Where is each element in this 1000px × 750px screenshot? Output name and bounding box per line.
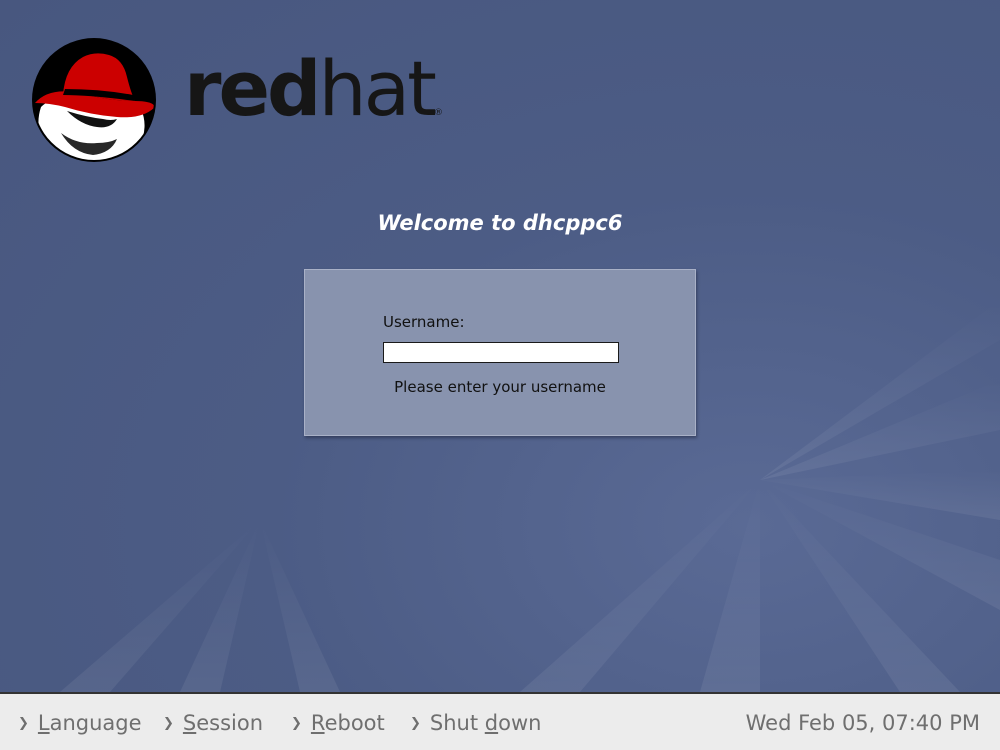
welcome-hostname: dhcppc6 <box>522 211 623 235</box>
shutdown-label-rest: own <box>498 711 542 735</box>
language-menu[interactable]: ❯ Language <box>18 711 142 735</box>
reboot-accel: R <box>310 711 325 735</box>
registered-mark: ® <box>433 108 443 118</box>
chevron-right-icon: ❯ <box>163 716 174 731</box>
chevron-right-icon: ❯ <box>291 716 302 731</box>
chevron-right-icon: ❯ <box>410 716 421 731</box>
redhat-logo: redhat® <box>31 37 443 167</box>
welcome-prefix: Welcome to <box>377 211 523 235</box>
brand-name-bold: red <box>184 44 321 133</box>
shutdown-label-before: Shut <box>429 711 485 735</box>
reboot-button[interactable]: ❯ Reboot <box>291 711 385 735</box>
chevron-right-icon: ❯ <box>18 716 29 731</box>
username-label: Username: <box>383 313 465 331</box>
clock: Wed Feb 05, 07:40 PM <box>745 711 980 735</box>
bottom-bar: ❯ Language ❯ Session ❯ Reboot ❯ Shut down We… <box>0 692 1000 750</box>
welcome-message: Welcome to dhcppc6 <box>0 211 1000 235</box>
language-label-rest: anguage <box>49 711 142 735</box>
language-accel: L <box>37 711 50 735</box>
username-hint: Please enter your username <box>394 378 606 396</box>
session-label-rest: ession <box>196 711 264 735</box>
login-panel: Username: Please enter your username <box>304 269 696 436</box>
session-menu[interactable]: ❯ Session <box>163 711 263 735</box>
brand-name-light: hat <box>318 44 437 133</box>
username-input[interactable] <box>383 342 619 363</box>
session-accel: S <box>182 711 197 735</box>
redhat-shadowman-icon <box>32 38 156 162</box>
shutdown-button[interactable]: ❯ Shut down <box>410 711 541 735</box>
reboot-label-rest: eboot <box>324 711 385 735</box>
brand-wordmark: redhat® <box>184 51 443 127</box>
shutdown-accel: d <box>484 711 499 735</box>
